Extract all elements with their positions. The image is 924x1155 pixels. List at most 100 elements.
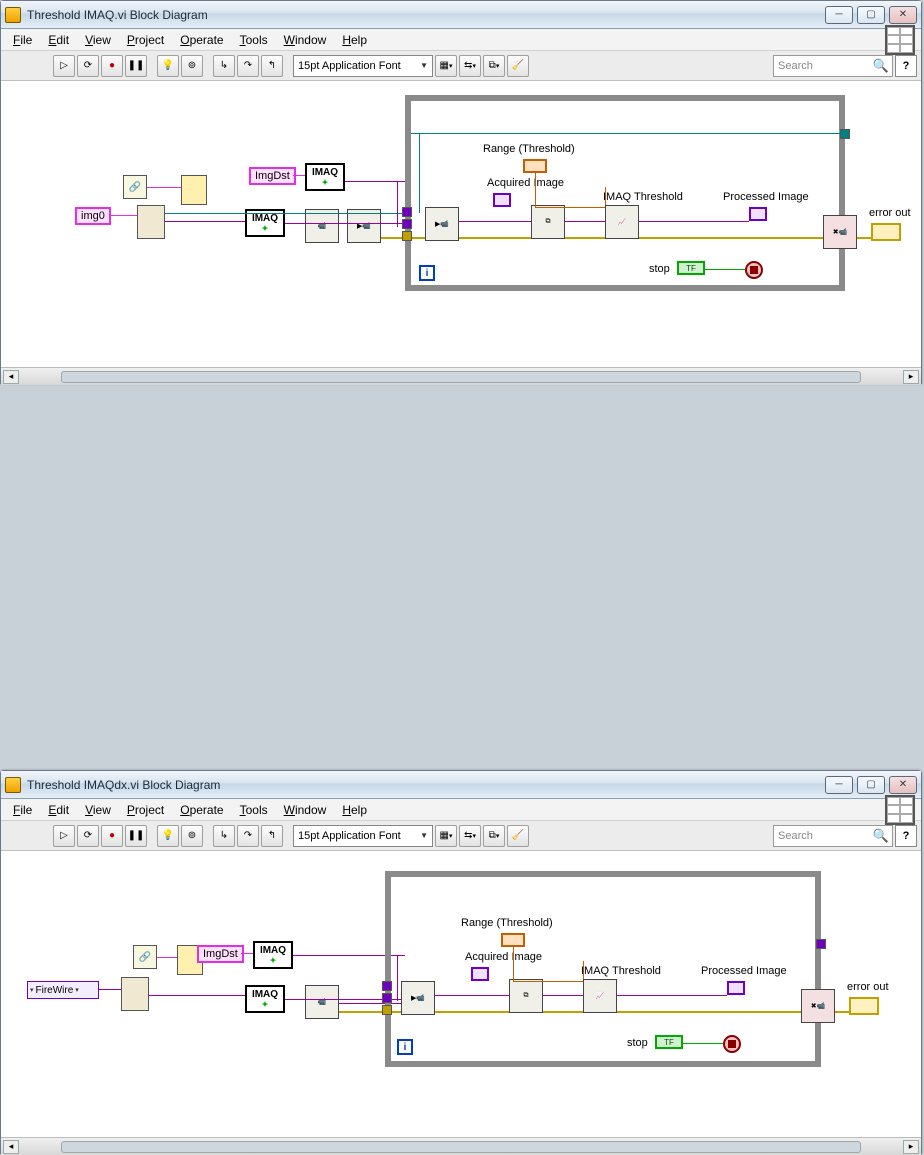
maximize-button[interactable]: ▢ xyxy=(857,776,885,794)
step-over-button[interactable]: ↷ xyxy=(237,55,259,77)
loop-condition-terminal[interactable] xyxy=(745,261,763,279)
imaq-close-node[interactable]: ✖📹 xyxy=(823,215,857,249)
menu-view[interactable]: View xyxy=(77,31,119,49)
menu-view[interactable]: View xyxy=(77,801,119,819)
loop-iteration-terminal[interactable]: i xyxy=(397,1039,413,1055)
menu-window[interactable]: Window xyxy=(276,801,335,819)
highlight-exec-button[interactable]: 💡 xyxy=(157,55,179,77)
step-out-button[interactable]: ↰ xyxy=(261,55,283,77)
block-diagram-canvas[interactable]: ▾ FireWire ▾ 🔗 ImgDst IMAQ IMAQ 📹 ▶📹 Ran… xyxy=(1,851,921,1137)
control-stop-terminal[interactable]: TF xyxy=(655,1035,683,1049)
menu-window[interactable]: Window xyxy=(276,31,335,49)
connector-pane-icon[interactable] xyxy=(885,25,915,55)
run-button[interactable]: ▷ xyxy=(53,825,75,847)
titlebar[interactable]: Threshold IMAQ.vi Block Diagram ─ ▢ ✕ xyxy=(1,1,921,29)
minimize-button[interactable]: ─ xyxy=(825,6,853,24)
menu-tools[interactable]: Tools xyxy=(232,801,276,819)
loop-condition-terminal[interactable] xyxy=(723,1035,741,1053)
menu-tools[interactable]: Tools xyxy=(232,31,276,49)
imaqdx-enum-node[interactable]: 🔗 xyxy=(133,945,157,969)
imaq-create-node-2[interactable]: IMAQ xyxy=(245,985,285,1013)
imaq-grab-setup-node[interactable]: ▶📹 xyxy=(347,209,381,243)
menu-edit[interactable]: Edit xyxy=(40,31,77,49)
distribute-button[interactable]: ⇆▾ xyxy=(459,825,481,847)
menu-edit[interactable]: Edit xyxy=(40,801,77,819)
font-selector[interactable]: 15pt Application Font ▼ xyxy=(293,825,433,847)
step-into-button[interactable]: ↳ xyxy=(213,55,235,77)
maximize-button[interactable]: ▢ xyxy=(857,6,885,24)
control-range-terminal[interactable] xyxy=(501,933,525,947)
imaq-copy-node[interactable]: ⧉ xyxy=(531,205,565,239)
titlebar[interactable]: Threshold IMAQdx.vi Block Diagram ─ ▢ ✕ xyxy=(1,771,921,799)
run-continuous-button[interactable]: ⟳ xyxy=(77,825,99,847)
connector-pane-icon[interactable] xyxy=(885,795,915,825)
menu-help[interactable]: Help xyxy=(334,801,375,819)
imaq-grab-node[interactable]: ▶📹 xyxy=(425,207,459,241)
block-diagram-canvas[interactable]: img0 🔗 ImgDst IMAQ IMAQ 📹 ▶📹 ▶📹 Range (T… xyxy=(1,81,921,367)
imaq-copy-node[interactable]: ⧉ xyxy=(509,979,543,1013)
reorder-button[interactable]: ⧉▾ xyxy=(483,825,505,847)
search-input[interactable]: Search 🔍 xyxy=(773,55,893,77)
pause-button[interactable]: ❚❚ xyxy=(125,55,147,77)
loop-iteration-terminal[interactable]: i xyxy=(419,265,435,281)
step-over-button[interactable]: ↷ xyxy=(237,825,259,847)
imaq-create-node-1[interactable]: IMAQ xyxy=(305,163,345,191)
imaqdx-configure-node[interactable]: 📹 xyxy=(305,985,339,1019)
minimize-button[interactable]: ─ xyxy=(825,776,853,794)
imaq-threshold-node[interactable]: 📈 xyxy=(583,979,617,1013)
imaq-open-node[interactable] xyxy=(137,205,165,239)
indicator-errorout-terminal[interactable] xyxy=(871,223,901,241)
imaqdx-grab-node[interactable]: ▶📹 xyxy=(401,981,435,1015)
help-button[interactable]: ? xyxy=(895,55,917,77)
toolbar: ▷ ⟳ ● ❚❚ 💡 ⊚ ↳ ↷ ↰ 15pt Application Font… xyxy=(1,51,921,81)
cleanup-button[interactable]: 🧹 xyxy=(507,55,529,77)
cleanup-button[interactable]: 🧹 xyxy=(507,825,529,847)
font-selector[interactable]: 15pt Application Font ▼ xyxy=(293,55,433,77)
indicator-acquired-terminal[interactable] xyxy=(493,193,511,207)
indicator-processed-terminal[interactable] xyxy=(727,981,745,995)
align-button[interactable]: ▦▾ xyxy=(435,55,457,77)
horizontal-scrollbar[interactable]: ◂ ▸ xyxy=(1,1137,921,1155)
imaq-enum-node[interactable]: 🔗 xyxy=(123,175,147,199)
imaq-create-node-1[interactable]: IMAQ xyxy=(253,941,293,969)
menu-file[interactable]: File xyxy=(5,31,40,49)
control-img0[interactable]: img0 xyxy=(75,207,111,225)
imaqdx-open-node[interactable] xyxy=(121,977,149,1011)
imaqdx-close-node[interactable]: ✖📹 xyxy=(801,989,835,1023)
close-button[interactable]: ✕ xyxy=(889,776,917,794)
menu-project[interactable]: Project xyxy=(119,31,172,49)
retain-wire-button[interactable]: ⊚ xyxy=(181,825,203,847)
menu-operate[interactable]: Operate xyxy=(172,801,231,819)
control-range-terminal[interactable] xyxy=(523,159,547,173)
align-button[interactable]: ▦▾ xyxy=(435,825,457,847)
distribute-button[interactable]: ⇆▾ xyxy=(459,55,481,77)
menu-file[interactable]: File xyxy=(5,801,40,819)
control-firewire-ring[interactable]: ▾ FireWire ▾ xyxy=(27,981,99,999)
imaq-configure-node[interactable]: 📹 xyxy=(305,209,339,243)
horizontal-scrollbar[interactable]: ◂ ▸ xyxy=(1,367,921,385)
abort-button[interactable]: ● xyxy=(101,55,123,77)
step-into-button[interactable]: ↳ xyxy=(213,825,235,847)
retain-wire-button[interactable]: ⊚ xyxy=(181,55,203,77)
indicator-acquired-terminal[interactable] xyxy=(471,967,489,981)
imaq-threshold-node[interactable]: 📈 xyxy=(605,205,639,239)
indicator-errorout-terminal[interactable] xyxy=(849,997,879,1015)
indicator-processed-terminal[interactable] xyxy=(749,207,767,221)
control-imgdst[interactable]: ImgDst xyxy=(249,167,296,185)
cluster-unbundle-node[interactable] xyxy=(181,175,207,205)
highlight-exec-button[interactable]: 💡 xyxy=(157,825,179,847)
control-imgdst[interactable]: ImgDst xyxy=(197,945,244,963)
reorder-button[interactable]: ⧉▾ xyxy=(483,55,505,77)
search-input[interactable]: Search 🔍 xyxy=(773,825,893,847)
close-button[interactable]: ✕ xyxy=(889,6,917,24)
menu-help[interactable]: Help xyxy=(334,31,375,49)
menu-operate[interactable]: Operate xyxy=(172,31,231,49)
menu-project[interactable]: Project xyxy=(119,801,172,819)
help-button[interactable]: ? xyxy=(895,825,917,847)
step-out-button[interactable]: ↰ xyxy=(261,825,283,847)
run-continuous-button[interactable]: ⟳ xyxy=(77,55,99,77)
control-stop-terminal[interactable]: TF xyxy=(677,261,705,275)
abort-button[interactable]: ● xyxy=(101,825,123,847)
pause-button[interactable]: ❚❚ xyxy=(125,825,147,847)
run-button[interactable]: ▷ xyxy=(53,55,75,77)
